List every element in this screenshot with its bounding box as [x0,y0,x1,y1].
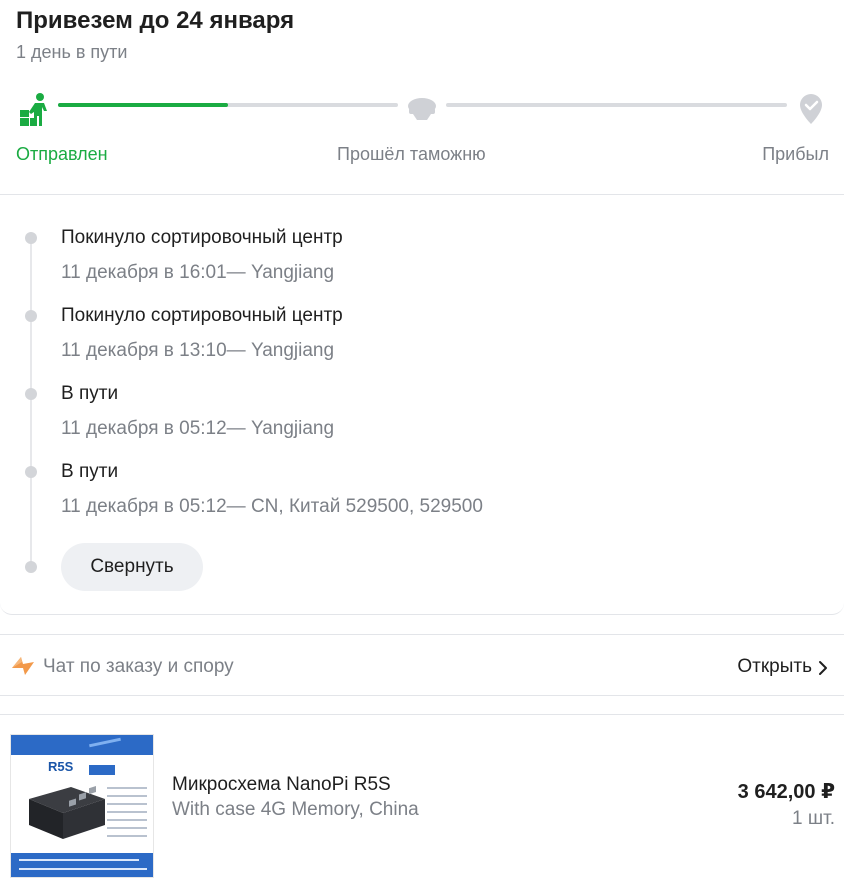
lightning-chat-icon [10,654,36,678]
progress-fill-1 [58,103,228,107]
timeline-event-meta: 11 декабря в 05:12— Yangjiang [61,418,335,439]
step-label-sent: Отправлен [16,144,108,164]
progress-track-1 [58,103,398,107]
timeline-dot [25,310,37,322]
image-footer-line [19,868,147,870]
timeline-event-meta: 11 декабря в 16:01— Yangjiang [61,262,335,283]
order-chat-row[interactable]: Чат по заказу и спору Открыть [0,634,844,696]
progress-track-2 [446,103,787,107]
customs-officer-cap-icon [406,92,438,126]
delivery-progress [0,88,844,132]
product-image-label: R5S [48,759,74,774]
image-footer-line [19,859,139,861]
product-price: 3 642,00 ₽ [737,781,835,803]
product-quantity: 1 шт. [792,808,835,829]
location-pin-check-icon [795,92,827,126]
image-stripe [89,737,121,748]
timeline-event-meta: 11 декабря в 05:12— CN, Китай 529500, 52… [61,496,483,517]
step-label-customs: Прошёл таможню [337,144,486,164]
timeline-line [30,238,32,566]
product-image[interactable]: R5S [10,734,154,878]
timeline-event-title: В пути [61,383,119,404]
image-spec-line [107,795,147,797]
image-badge [89,765,115,775]
image-spec-line [107,819,147,821]
timeline-dot [25,388,37,400]
open-chat-link[interactable]: Открыть [737,655,828,679]
image-footer [11,853,153,877]
timeline-event-title: В пути [61,461,119,482]
order-product[interactable]: R5S Микросхема NanoPi R5S With case 4G M… [0,714,844,894]
step-label-arrived: Прибыл [762,144,829,164]
delivery-subtitle: 1 день в пути [16,42,128,62]
image-banner [11,735,153,755]
open-chat-label: Открыть [737,656,812,677]
collapse-button[interactable]: Свернуть [61,543,203,591]
image-spec-line [107,827,147,829]
timeline-event-title: Покинуло сортировочный центр [61,227,343,248]
delivery-title: Привезем до 24 января [16,7,295,34]
chat-label: Чат по заказу и спору [43,656,234,677]
tracking-timeline: Покинуло сортировочный центр 11 декабря … [0,196,844,615]
image-spec-line [107,787,147,789]
delivery-status-card: Привезем до 24 января 1 день в пути Отпр… [0,0,844,195]
timeline-dot [25,466,37,478]
timeline-event-meta: 11 декабря в 13:10— Yangjiang [61,340,335,361]
image-spec-line [107,803,147,805]
timeline-dot [25,561,37,573]
image-spec-line [107,811,147,813]
router-device-icon [29,785,105,839]
image-spec-line [107,835,147,837]
product-variant: With case 4G Memory, China [172,799,419,820]
worker-with-boxes-icon [18,92,50,126]
timeline-event-title: Покинуло сортировочный центр [61,305,343,326]
product-name[interactable]: Микросхема NanoPi R5S [172,773,391,797]
timeline-dot [25,232,37,244]
chevron-right-icon [818,659,828,675]
